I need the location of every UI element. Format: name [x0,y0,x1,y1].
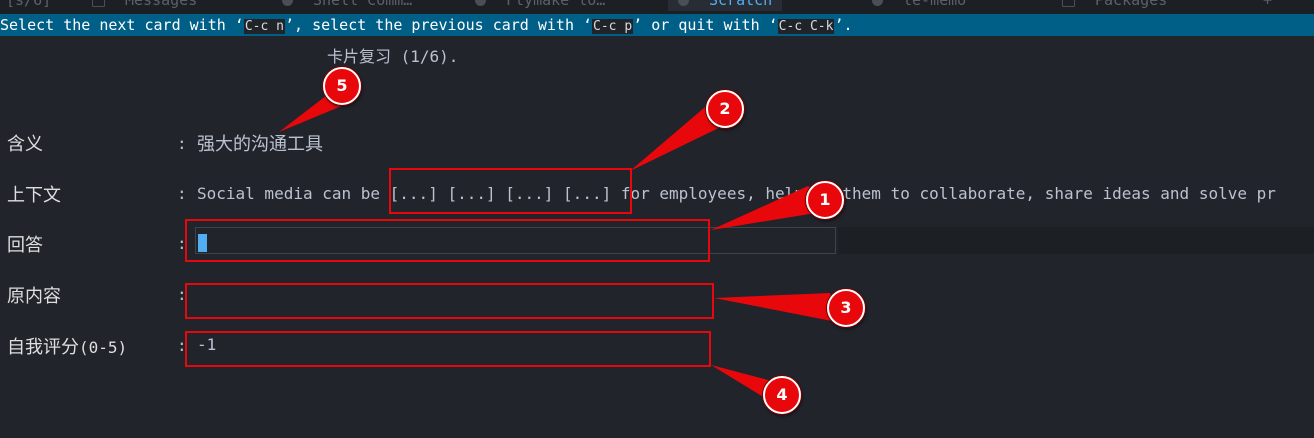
tab-bar: [s/6] Messages Shell Comm… Flymake lo… S… [0,0,1314,14]
scratch-icon [678,0,689,6]
annotation-box-original [185,283,714,319]
tab-scratch[interactable]: Scratch [668,0,783,11]
meaning-value: 强大的沟通工具 [197,134,323,155]
package-icon [1062,0,1075,7]
tab-shell-command[interactable]: Shell Comm… [282,0,412,11]
new-tab-button[interactable]: + [1263,0,1272,9]
annotation-badge-5: 5 [323,67,361,105]
echo-area-message: Select the next card with ‘C-c n’, selec… [0,14,1314,36]
context-label: 上下文 [7,185,61,206]
context-sentence: Social media can be [...] [...] [...] [.… [197,184,1276,203]
annotation-badge-1: 1 [806,181,844,219]
annotation-badge-4: 4 [763,376,801,414]
card-review-title: 卡片复习 (1/6). [327,47,459,66]
answer-input-overflow [838,227,1314,254]
annotation-box-cloze [389,168,632,214]
answer-label: 回答 [7,235,43,256]
tab-packages[interactable]: Packages [1062,0,1167,11]
annotation-badge-3: 3 [827,289,865,327]
document-icon [92,0,105,7]
key-previous-card: C-c p [592,19,634,34]
original-content-label: 原内容 [7,286,61,307]
log-icon [475,0,486,6]
plus-icon: + [1262,0,1272,9]
self-score-label: 自我评分(0-5) [7,337,128,358]
annotation-box-score [185,331,711,367]
key-quit: C-c C-k [777,19,835,34]
tab-workspace[interactable]: [s/6] [6,0,51,11]
tab-flymake-log[interactable]: Flymake lo… [475,0,605,11]
pointer-3 [714,293,837,322]
tab-le-memo[interactable]: le-memo [872,0,966,11]
tab-messages[interactable]: Messages [92,0,197,11]
key-next-card: C-c n [243,19,285,34]
annotation-badge-2: 2 [706,90,744,128]
memo-icon [872,0,883,6]
meaning-colon: : [177,134,187,153]
shell-icon [282,0,293,6]
meaning-label: 含义 [7,134,43,155]
context-colon: : [177,184,187,203]
annotation-box-answer [185,219,710,262]
